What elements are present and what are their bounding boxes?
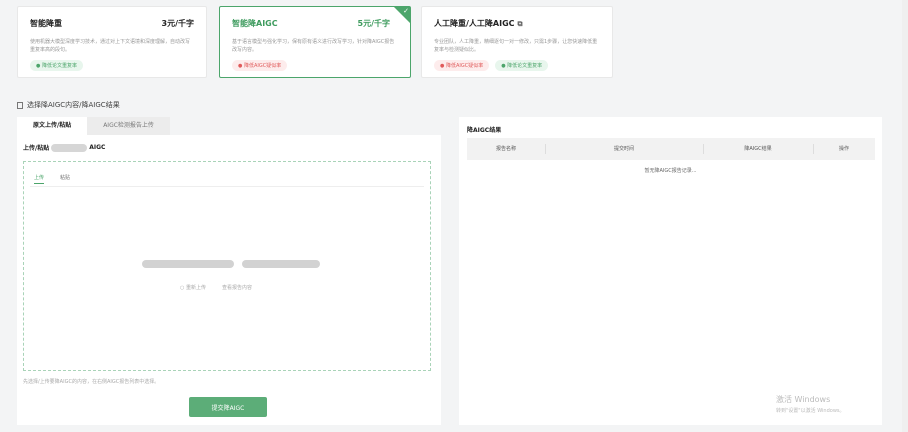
column-header: 提交时间 [545, 138, 703, 160]
card-title: 智能降重 [30, 18, 62, 28]
results-panel: 降AIGC结果 报告名称 提交时间 降AIGC结果 操作 暂无降AIGC报告记录… [459, 117, 882, 425]
card-tag: ● 降低论文重复率 [495, 60, 549, 71]
card-price: 5元/千字 [357, 18, 391, 28]
upload-panel: 上传/粘贴 AIGC 上传 粘贴 ○ 重新上传 查看报告内容 先选择/上传要降A… [17, 135, 441, 425]
results-table-header: 报告名称 提交时间 降AIGC结果 操作 [467, 138, 875, 160]
watermark-line1: 激活 Windows [776, 395, 831, 404]
blurred-filename [242, 260, 320, 268]
watermark-line2: 转到"设置"以激活 Windows。 [776, 408, 845, 414]
card-title: 智能降AIGC [232, 18, 278, 28]
upload-dropzone[interactable]: 上传 粘贴 ○ 重新上传 查看报告内容 [23, 161, 431, 371]
document-icon [17, 101, 23, 109]
card-tag: ● 降低AIGC疑似率 [232, 60, 288, 71]
page-scrollbar[interactable] [902, 0, 908, 432]
service-card-smart-aigc[interactable]: ✓ 智能降AIGC 5元/千字 基于语言模型与强化学习，保有原有语义进行改写学习… [219, 6, 411, 78]
column-header: 操作 [813, 138, 875, 160]
upload-tabs: 原文上传/粘贴 AIGC检测报告上传 [17, 117, 170, 135]
external-link-icon: ⧉ [517, 19, 523, 28]
upload-title: 上传/粘贴 AIGC [23, 143, 105, 152]
blurred-filename [142, 260, 234, 268]
card-title-wrap: 人工降重/人工降AIGC ⧉ [434, 18, 523, 29]
tab-paste[interactable]: 粘贴 [60, 174, 70, 184]
card-desc: 基于语言模型与强化学习，保有原有语义进行改写学习，针对降AIGC报告改写内容。 [232, 39, 395, 53]
upload-mode-tabs: 上传 粘贴 [34, 174, 70, 184]
card-desc: 使用机器大模型深度学习技术，通过对上下文语境和深度理解，自动改写重复率高的段句。 [30, 39, 191, 53]
service-card-smart-rewrite[interactable]: 智能降重 3元/千字 使用机器大模型深度学习技术，通过对上下文语境和深度理解，自… [17, 6, 207, 78]
column-header: 降AIGC结果 [703, 138, 813, 160]
tab-text-upload[interactable]: 原文上传/粘贴 [17, 117, 88, 135]
upload-hint: 先选择/上传要降AIGC的内容，在右侧AIGC报告列表中选择。 [23, 379, 160, 385]
upload-title-suffix: AIGC [89, 144, 106, 151]
card-tag: ● 降低AIGC疑似率 [434, 60, 490, 71]
column-header: 报告名称 [495, 146, 516, 152]
results-title: 降AIGC结果 [467, 127, 502, 134]
service-card-manual[interactable]: 人工降重/人工降AIGC ⧉ 专业团队，人工降重，精细逐句一对一修改，只需1步骤，… [421, 6, 613, 78]
divider [30, 186, 424, 187]
reupload-link[interactable]: ○ 重新上传 [180, 284, 206, 291]
upload-actions: ○ 重新上传 查看报告内容 [180, 284, 252, 291]
submit-button[interactable]: 提交降AIGC [189, 397, 267, 417]
tab-report-upload[interactable]: AIGC检测报告上传 [87, 117, 170, 135]
card-tag: ● 降低论文重复率 [30, 60, 83, 71]
upload-title-prefix: 上传/粘贴 [23, 145, 50, 152]
section-title-text: 选择降AIGC内容/降AIGC结果 [27, 101, 120, 109]
blurred-text [51, 143, 88, 152]
card-title: 人工降重/人工降AIGC [434, 18, 515, 28]
tab-upload[interactable]: 上传 [34, 174, 45, 184]
card-price: 3元/千字 [161, 18, 195, 28]
windows-activation-watermark: 激活 Windows 转到"设置"以激活 Windows。 [776, 394, 845, 414]
section-title: 选择降AIGC内容/降AIGC结果 [17, 100, 120, 110]
empty-state: 暂无降AIGC报告记录... [644, 168, 697, 174]
card-desc: 专业团队，人工降重，精细逐句一对一修改，只需1步骤，让您快速降低重复率与检测疑似… [434, 39, 598, 53]
view-report-link[interactable]: 查看报告内容 [222, 284, 252, 291]
check-icon: ✓ [403, 7, 409, 15]
